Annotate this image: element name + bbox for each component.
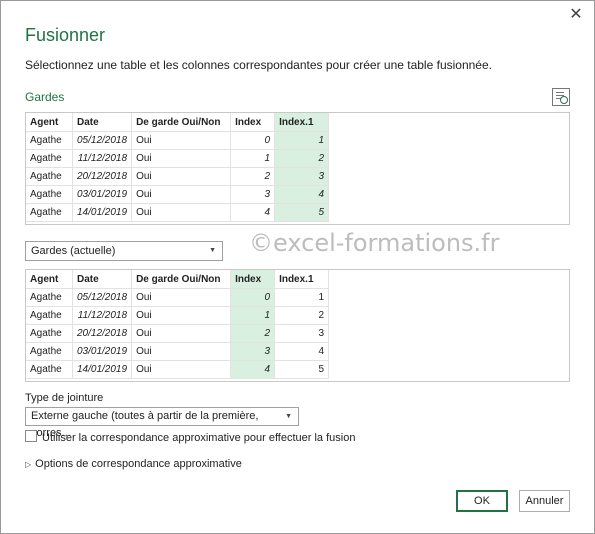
join-type-label: Type de jointure xyxy=(25,392,104,404)
table-row: Agathe 11/12/2018 Oui 1 2 xyxy=(26,149,330,168)
chevron-down-icon: ▼ xyxy=(209,247,216,254)
column-header-date[interactable]: Date xyxy=(72,270,133,289)
column-header-index1[interactable]: Index.1 xyxy=(274,113,330,132)
table-cell-index[interactable]: 3 xyxy=(230,342,276,361)
table-cell-index1[interactable]: 2 xyxy=(274,149,330,168)
table-cell-garde[interactable]: Oui xyxy=(131,185,232,204)
cancel-button[interactable]: Annuler xyxy=(519,490,570,512)
table-cell-index[interactable]: 0 xyxy=(230,288,276,307)
table-cell-date[interactable]: 03/01/2019 xyxy=(72,342,133,361)
table-cell-garde[interactable]: Oui xyxy=(131,203,232,222)
column-header-index[interactable]: Index xyxy=(230,113,276,132)
table-cell-index1[interactable]: 3 xyxy=(274,324,330,343)
table-cell-index1[interactable]: 1 xyxy=(274,131,330,150)
table-cell-agent[interactable]: Agathe xyxy=(26,306,73,325)
merge-dialog: ✕ Fusionner Sélectionnez une table et le… xyxy=(0,0,595,534)
table-cell-garde[interactable]: Oui xyxy=(131,306,232,325)
table-cell-agent[interactable]: Agathe xyxy=(26,149,73,168)
column-header-index[interactable]: Index xyxy=(230,270,276,289)
table-cell-agent[interactable]: Agathe xyxy=(26,167,73,186)
table-cell-garde[interactable]: Oui xyxy=(131,167,232,186)
table-cell-agent[interactable]: Agathe xyxy=(26,185,73,204)
table-row: Agathe 05/12/2018 Oui 0 1 xyxy=(26,288,330,307)
table-cell-index1[interactable]: 5 xyxy=(274,360,330,379)
table-cell-index[interactable]: 4 xyxy=(230,360,276,379)
fuzzy-options-expander[interactable]: ▷ Options de correspondance approximative xyxy=(25,458,242,470)
table-cell-garde[interactable]: Oui xyxy=(131,288,232,307)
table-row: Agathe 11/12/2018 Oui 1 2 xyxy=(26,306,330,325)
table-cell-agent[interactable]: Agathe xyxy=(26,360,73,379)
table-row: Agathe 20/12/2018 Oui 2 3 xyxy=(26,324,330,343)
ok-button[interactable]: OK xyxy=(456,490,508,512)
table-cell-date[interactable]: 03/01/2019 xyxy=(72,185,133,204)
dialog-title: Fusionner xyxy=(25,25,106,45)
fuzzy-match-label: Utiliser la correspondance approximative… xyxy=(42,432,356,444)
table-cell-index[interactable]: 2 xyxy=(230,324,276,343)
table-cell-garde[interactable]: Oui xyxy=(131,149,232,168)
table-cell-index[interactable]: 2 xyxy=(230,167,276,186)
table-cell-index[interactable]: 1 xyxy=(230,306,276,325)
table-row: Agathe 14/01/2019 Oui 4 5 xyxy=(26,203,330,222)
first-table-preview: Agent Date De garde Oui/Non Index Index.1 Aga… xyxy=(25,112,570,225)
table-cell-agent[interactable]: Agathe xyxy=(26,131,73,150)
chevron-right-icon: ▷ xyxy=(25,460,32,469)
table-cell-date[interactable]: 20/12/2018 xyxy=(72,167,133,186)
table-cell-index1[interactable]: 4 xyxy=(274,185,330,204)
first-table: Agent Date De garde Oui/Non Index Index.1 Aga… xyxy=(26,113,330,222)
table-row: Agathe 03/01/2019 Oui 3 4 xyxy=(26,185,330,204)
table-cell-agent[interactable]: Agathe xyxy=(26,324,73,343)
table-cell-index[interactable]: 3 xyxy=(230,185,276,204)
table-cell-index1[interactable]: 3 xyxy=(274,167,330,186)
table-cell-date[interactable]: 11/12/2018 xyxy=(72,306,133,325)
table-cell-date[interactable]: 14/01/2019 xyxy=(72,203,133,222)
table-cell-date[interactable]: 05/12/2018 xyxy=(72,288,133,307)
table-row: Agathe 03/01/2019 Oui 3 4 xyxy=(26,342,330,361)
watermark: ©excel-formations.fr xyxy=(249,229,500,257)
table-cell-index1[interactable]: 5 xyxy=(274,203,330,222)
join-type-dropdown[interactable]: Externe gauche (toutes à partir de la pr… xyxy=(25,407,299,439)
column-header-index1[interactable]: Index.1 xyxy=(274,270,330,289)
dialog-subtitle: Sélectionnez une table et les colonnes c… xyxy=(25,58,492,72)
table-row: Agathe 20/12/2018 Oui 2 3 xyxy=(26,167,330,186)
table-cell-index[interactable]: 4 xyxy=(230,203,276,222)
table-cell-garde[interactable]: Oui xyxy=(131,342,232,361)
table-cell-agent[interactable]: Agathe xyxy=(26,342,73,361)
table-cell-garde[interactable]: Oui xyxy=(131,324,232,343)
table-header-row: Agent Date De garde Oui/Non Index Index.1 xyxy=(26,270,330,289)
table-cell-garde[interactable]: Oui xyxy=(131,131,232,150)
table-preview-icon[interactable] xyxy=(552,88,570,106)
table-cell-date[interactable]: 05/12/2018 xyxy=(72,131,133,150)
close-icon[interactable]: ✕ xyxy=(566,5,586,25)
second-table-preview: Agent Date De garde Oui/Non Index Index.1 Aga… xyxy=(25,269,570,382)
table-cell-date[interactable]: 14/01/2019 xyxy=(72,360,133,379)
fuzzy-options-label: Options de correspondance approximative xyxy=(35,458,242,470)
column-header-date[interactable]: Date xyxy=(72,113,133,132)
column-header-garde[interactable]: De garde Oui/Non xyxy=(131,270,232,289)
column-header-garde[interactable]: De garde Oui/Non xyxy=(131,113,232,132)
column-header-agent[interactable]: Agent xyxy=(26,270,73,289)
table-cell-agent[interactable]: Agathe xyxy=(26,288,73,307)
table-cell-index[interactable]: 0 xyxy=(230,131,276,150)
second-table-dropdown[interactable]: Gardes (actuelle) ▼ xyxy=(25,241,223,261)
fuzzy-match-checkbox[interactable] xyxy=(25,430,37,442)
chevron-down-icon: ▼ xyxy=(285,413,292,420)
table-cell-index[interactable]: 1 xyxy=(230,149,276,168)
table-cell-index1[interactable]: 2 xyxy=(274,306,330,325)
table-cell-garde[interactable]: Oui xyxy=(131,360,232,379)
table-cell-agent[interactable]: Agathe xyxy=(26,203,73,222)
table-cell-date[interactable]: 20/12/2018 xyxy=(72,324,133,343)
table-cell-index1[interactable]: 1 xyxy=(274,288,330,307)
second-table: Agent Date De garde Oui/Non Index Index.1 Aga… xyxy=(26,270,330,379)
table-header-row: Agent Date De garde Oui/Non Index Index.1 xyxy=(26,113,330,132)
first-table-label: Gardes xyxy=(25,90,65,104)
second-table-dropdown-value: Gardes (actuelle) xyxy=(31,245,116,257)
table-row: Agathe 14/01/2019 Oui 4 5 xyxy=(26,360,330,379)
table-row: Agathe 05/12/2018 Oui 0 1 xyxy=(26,131,330,150)
fuzzy-match-option[interactable]: Utiliser la correspondance approximative… xyxy=(25,430,355,444)
table-cell-index1[interactable]: 4 xyxy=(274,342,330,361)
table-cell-date[interactable]: 11/12/2018 xyxy=(72,149,133,168)
column-header-agent[interactable]: Agent xyxy=(26,113,73,132)
